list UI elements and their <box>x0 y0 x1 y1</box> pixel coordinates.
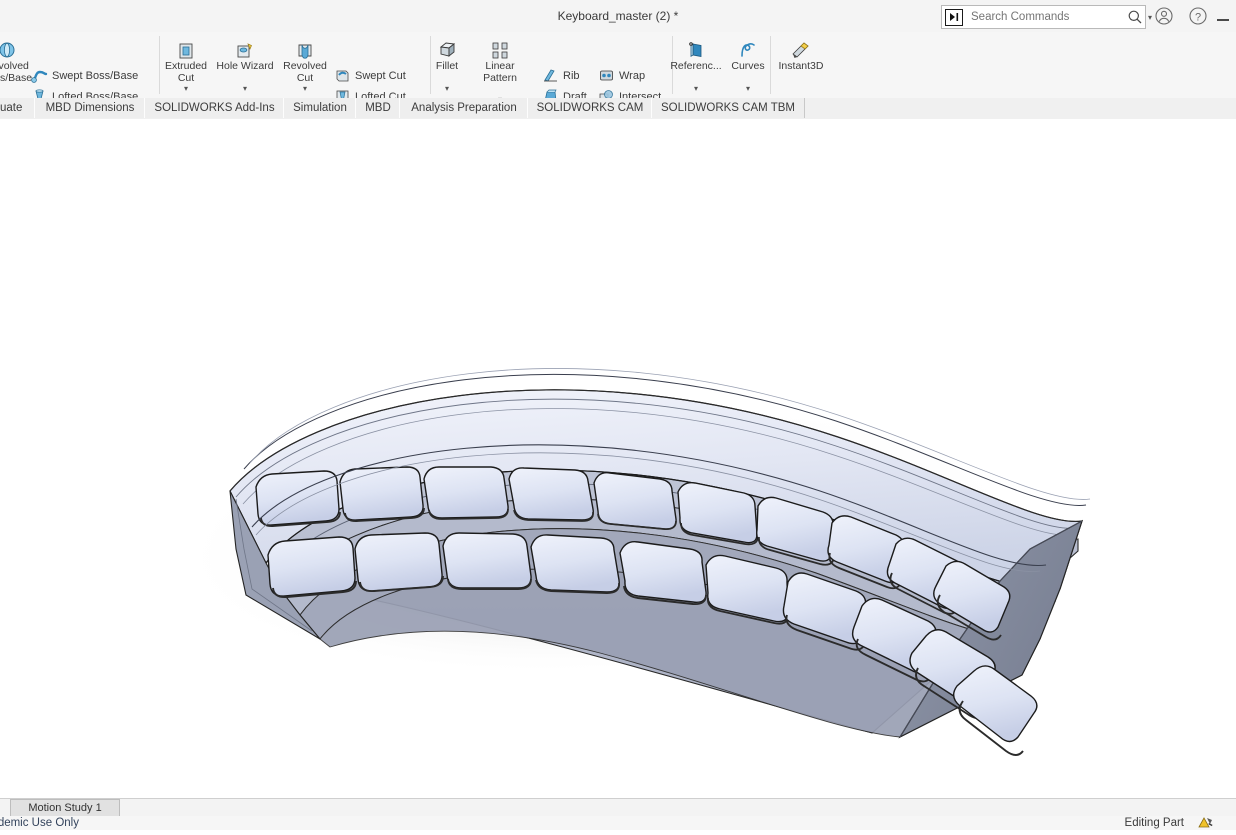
key[interactable] <box>619 541 707 606</box>
instant3d-icon <box>770 38 832 60</box>
hole-wizard-button[interactable]: Hole Wizard ▾ <box>216 34 274 93</box>
license-status-text: Academic Use Only <box>0 817 79 829</box>
search-commands-box[interactable]: ▾ <box>941 5 1152 29</box>
key[interactable] <box>593 472 677 530</box>
linear-pattern-icon <box>471 38 529 60</box>
revolved-cut-label: Revolved Cut <box>283 60 327 84</box>
swept-cut-button[interactable]: Swept Cut <box>333 65 406 86</box>
curved-keyboard-model[interactable] <box>0 119 1236 798</box>
tab-solidworks-cam[interactable]: SOLIDWORKS CAM <box>527 98 653 118</box>
user-account-icon[interactable] <box>1154 6 1174 26</box>
status-bar: Academic Use Only Editing Part <box>0 816 1236 830</box>
reference-geometry-button[interactable]: Referenc... ▾ <box>668 34 724 93</box>
revolved-cut-icon <box>276 38 334 60</box>
wrap-icon <box>597 67 615 85</box>
svg-text:?: ? <box>1195 11 1201 23</box>
help-icon[interactable]: ? <box>1188 6 1208 26</box>
key[interactable] <box>339 466 425 522</box>
key[interactable] <box>530 534 620 594</box>
tab-solidworks-cam-tbm[interactable]: SOLIDWORKS CAM TBM <box>651 98 805 118</box>
extruded-cut-label: Extruded Cut <box>164 60 208 84</box>
curves-dropdown-icon[interactable]: ▾ <box>722 84 774 93</box>
solidworks-window: Keyboard_master (2) * ▾ ? <box>0 0 1236 830</box>
wrap-button[interactable]: Wrap <box>597 65 645 86</box>
key[interactable] <box>423 466 509 520</box>
hole-wizard-icon <box>216 38 274 60</box>
motion-study-bar: Motion Study 1 <box>0 798 1236 818</box>
reference-geometry-icon <box>668 38 724 60</box>
linear-pattern-button[interactable]: Linear Pattern ▾ <box>471 34 529 104</box>
key[interactable] <box>952 665 1038 756</box>
hole-wizard-dropdown-icon[interactable]: ▾ <box>216 84 274 93</box>
swept-boss-base-label: Swept Boss/Base <box>52 69 139 82</box>
motion-study-tab[interactable]: Motion Study 1 <box>10 799 120 817</box>
curves-button[interactable]: Curves ▾ <box>722 34 774 93</box>
tab-mbd[interactable]: MBD <box>355 98 401 118</box>
tab-mbd-dimensions[interactable]: MBD Dimensions <box>34 98 146 118</box>
revolved-cut-button[interactable]: Revolved Cut ▾ <box>276 34 334 93</box>
reference-geometry-label: Referenc... <box>670 60 722 72</box>
swept-cut-label: Swept Cut <box>355 69 406 82</box>
search-input[interactable] <box>969 10 1127 24</box>
key[interactable] <box>508 467 594 522</box>
wrap-label: Wrap <box>619 69 646 82</box>
fillet-label: Fillet <box>435 60 459 72</box>
extruded-cut-button[interactable]: Extruded Cut ▾ <box>157 34 215 93</box>
curves-icon <box>722 38 774 60</box>
graphics-area[interactable]: Y X Z <box>0 119 1236 798</box>
rib-label: Rib <box>563 69 580 82</box>
fillet-icon <box>418 38 476 60</box>
command-manager-ribbon: RevolvedBoss/Base Swept Boss/Base Lofted… <box>0 32 1236 124</box>
extruded-cut-dropdown-icon[interactable]: ▾ <box>157 85 215 93</box>
minimize-button[interactable] <box>1212 6 1234 26</box>
tab-solidworks-add-ins[interactable]: SOLIDWORKS Add-Ins <box>144 98 285 118</box>
tab-simulation[interactable]: Simulation <box>283 98 357 118</box>
magnifier-icon[interactable] <box>1127 9 1143 25</box>
tab-evaluate[interactable]: Evaluate <box>0 98 36 118</box>
revolved-cut-dropdown-icon[interactable]: ▾ <box>276 85 334 93</box>
solidworks-search-logo-icon <box>945 8 963 26</box>
instant3d-button[interactable]: Instant3D <box>770 34 832 73</box>
key[interactable] <box>442 532 532 590</box>
revolved-boss-base-icon <box>0 38 36 60</box>
rib-button[interactable]: Rib <box>541 65 580 86</box>
key[interactable] <box>354 532 444 593</box>
key[interactable] <box>267 536 357 599</box>
hole-wizard-label: Hole Wizard <box>216 60 274 72</box>
rib-icon <box>541 67 559 85</box>
fillet-button[interactable]: Fillet ▾ <box>418 34 476 93</box>
curves-label: Curves <box>731 60 765 72</box>
tab-analysis-preparation[interactable]: Analysis Preparation <box>399 98 529 118</box>
command-manager-tabs: Evaluate MBD Dimensions SOLIDWORKS Add-I… <box>0 98 1236 120</box>
extruded-cut-icon <box>157 38 215 60</box>
swept-cut-icon <box>333 67 351 85</box>
editing-part-icon <box>1198 816 1214 830</box>
instant3d-label: Instant3D <box>778 60 824 72</box>
swept-boss-base-button[interactable]: Swept Boss/Base <box>30 65 138 86</box>
title-bar: Keyboard_master (2) * ▾ ? <box>0 0 1236 33</box>
fillet-dropdown-icon[interactable]: ▾ <box>418 84 476 93</box>
edit-mode-text: Editing Part <box>1124 817 1184 829</box>
swept-boss-base-icon <box>30 67 48 85</box>
reference-geometry-dropdown-icon[interactable]: ▾ <box>668 84 724 93</box>
linear-pattern-label: Linear Pattern <box>483 60 517 84</box>
